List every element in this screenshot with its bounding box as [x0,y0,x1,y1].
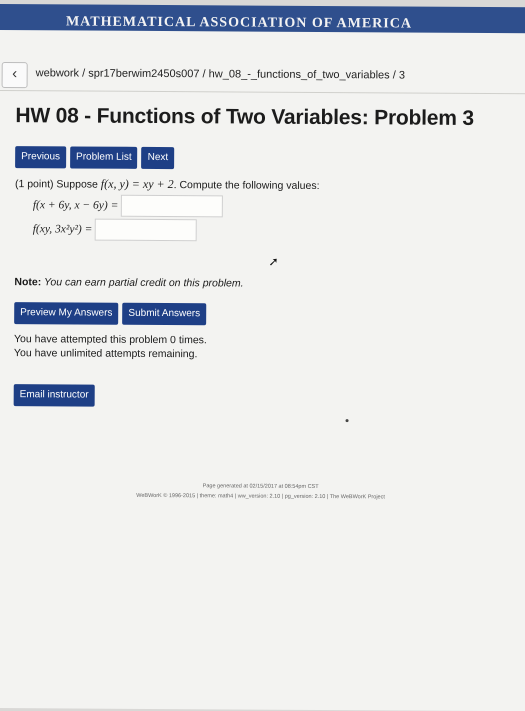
preview-answers-button[interactable]: Preview My Answers [14,302,119,325]
attempts-info: You have attempted this problem 0 times.… [14,332,207,361]
submit-answers-button[interactable]: Submit Answers [122,302,207,326]
problem-statement: (1 point) Suppose f(x, y) = xy + 2. Comp… [15,176,495,194]
question-2-input[interactable] [94,218,197,242]
attempts-remaining: You have unlimited attempts remaining. [13,347,198,361]
cursor-arrow-icon: ➚ [268,254,279,269]
page: MATHEMATICAL ASSOCIATION OF AMERICA ‹ we… [0,4,525,711]
next-button[interactable]: Next [141,146,175,170]
answer-actions: Preview My Answers Submit Answers [14,302,207,326]
problem-function: f(x, y) = xy + 2 [100,176,174,192]
note-label: Note: [14,276,42,289]
attempts-count: You have attempted this problem 0 times. [14,333,207,347]
note-text: You can earn partial credit on this prob… [41,276,244,290]
question-2-label: f(xy, 3x²y²) = [32,223,93,236]
question-2-row: f(xy, 3x²y²) = [32,218,197,242]
problem-instruction: . Compute the following values: [173,179,320,192]
breadcrumb-bar: ‹ webwork / spr17berwim2450s007 / hw_08_… [0,57,525,95]
chevron-left-icon: ‹ [12,65,18,83]
maa-banner: MATHEMATICAL ASSOCIATION OF AMERICA [0,4,525,34]
problem-suppose: Suppose [56,178,98,191]
footer: Page generated at 02/15/2017 at 08:54pm … [0,480,525,503]
breadcrumb: webwork / spr17berwim2450s007 / hw_08_-_… [35,67,406,82]
problem-nav: Previous Problem List Next [15,146,175,170]
page-title: HW 08 - Functions of Two Variables: Prob… [15,104,474,130]
question-1-row: f(x + 6y, x − 6y) = [32,194,223,218]
question-1-label: f(x + 6y, x − 6y) = [32,199,119,212]
previous-button[interactable]: Previous [15,146,67,169]
back-button[interactable]: ‹ [1,62,28,89]
problem-points: (1 point) [14,178,54,191]
partial-credit-note: Note: You can earn partial credit on thi… [14,276,243,289]
email-instructor-button[interactable]: Email instructor [13,384,95,407]
footer-credits: WeBWorK © 1996-2015 | theme: math4 | ww_… [136,492,385,501]
problem-body: (1 point) Suppose f(x, y) = xy + 2. Comp… [15,176,495,194]
question-1-input[interactable] [120,194,223,218]
problem-list-button[interactable]: Problem List [69,146,138,169]
stray-mark [345,419,349,423]
